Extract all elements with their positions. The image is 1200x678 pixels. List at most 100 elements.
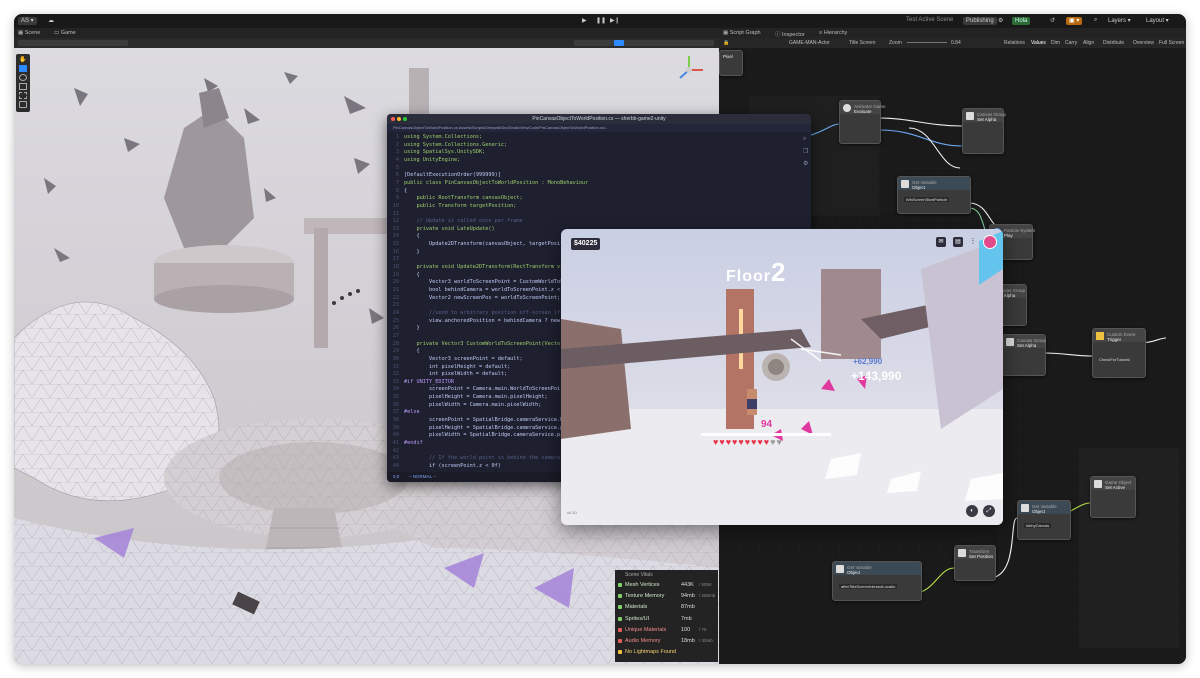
code-line[interactable]: // Update is called once per frame (404, 218, 522, 226)
avatar[interactable] (983, 235, 997, 249)
camera-icon[interactable]: ◐ (966, 505, 978, 517)
node-field[interactable]: afterTitleScreenInteractLocatio (839, 584, 898, 589)
backpack-icon[interactable]: ▤ (953, 237, 963, 247)
pause-button[interactable]: ❚❚ (596, 17, 606, 24)
values-toggle[interactable]: Values (1031, 40, 1046, 46)
move-tool-icon[interactable] (19, 65, 27, 72)
tab-hierarchy[interactable]: ≡ Hierarchy (819, 30, 847, 36)
code-line[interactable]: [DefaultExecutionOrder(999999)] (404, 172, 501, 180)
graph-node-animator-game[interactable]: Animator Game Evaluate (839, 100, 886, 144)
scale-tool-icon[interactable] (19, 83, 27, 90)
cloud-icon[interactable]: ☁ (48, 17, 54, 24)
settings-gear-icon[interactable]: ⚙ (998, 17, 1003, 24)
graph-node-game-object[interactable]: Game Object Set Active (1090, 476, 1136, 518)
rotate-tool-icon[interactable] (19, 74, 27, 81)
breadcrumb-text[interactable]: PinCanvasObjectToWorldPosition.cs Assets… (387, 125, 608, 130)
graph-object-field[interactable]: GAME-MAN-Actor (789, 40, 830, 46)
maximize-dot[interactable] (403, 117, 407, 121)
code-line[interactable]: if (screenPoint.z < 0f) (404, 463, 501, 471)
node-field[interactable]: WinScreenStartParticle (904, 197, 950, 202)
align-dropdown[interactable]: Align (1083, 40, 1094, 46)
code-line[interactable]: public RootTransform canvasObject; (404, 195, 522, 203)
code-line[interactable]: { (404, 233, 419, 241)
code-line[interactable]: int pixelWidth = default; (404, 371, 507, 379)
code-line[interactable]: int pixelHeight = default; (404, 364, 510, 372)
code-line[interactable]: screenPoint = Camera.main.WorldToScreenP… (404, 386, 560, 394)
code-line[interactable]: pixelHeight = Camera.main.pixelHeight; (404, 394, 548, 402)
code-line[interactable]: private void LateUpdate() (404, 226, 494, 234)
code-line[interactable]: private Vector3 CustomWorldToScreenPoint… (404, 341, 563, 349)
code-line[interactable]: private void Update2DTransform(RectTrans… (404, 264, 566, 272)
code-line[interactable]: { (404, 188, 407, 196)
code-line[interactable]: #endif (404, 440, 423, 448)
node-field[interactable]: lobbyCanvas (1024, 523, 1052, 528)
graph-node-transform[interactable]: Transform Set Position (954, 545, 996, 581)
search-icon[interactable]: ⌕ (1094, 17, 1097, 24)
close-dot[interactable] (391, 117, 395, 121)
fullscreen-icon[interactable]: ⤢ (983, 505, 995, 517)
search-icon[interactable]: ⌕ (803, 136, 806, 143)
code-line[interactable]: using System.Collections; (404, 134, 482, 142)
graph-node-pixel[interactable]: Pixel (719, 50, 743, 76)
graph-node-canvas-group-3[interactable]: Canvas Group Set Alpha (1002, 334, 1046, 376)
code-line[interactable]: pixelWidth = SpatialBridge.cameraService… (404, 432, 563, 440)
more-menu-icon[interactable]: ⋮ (969, 237, 977, 247)
code-line[interactable]: public Transform targetPosition; (404, 203, 516, 211)
code-line[interactable]: using SpatialSys.UnitySDK; (404, 149, 485, 157)
layout-dropdown[interactable]: Layout ▾ (1146, 17, 1169, 24)
game-preview-window[interactable]: $40225 Floor2 +62,990 +143,990 94 ♥♥♥♥♥♥… (561, 229, 1003, 525)
code-line[interactable]: //send to arbitrary position off-screen … (404, 310, 560, 318)
minimize-dot[interactable] (397, 117, 401, 121)
transform-tool-icon[interactable] (19, 101, 27, 108)
code-line[interactable]: using UnityEngine; (404, 157, 460, 165)
graph-node-canvas-group-1[interactable]: Canvas Group Set Alpha (962, 108, 1006, 154)
scene-tool-buttons[interactable] (18, 40, 128, 46)
graph-node-get-variable-1[interactable]: Get Variable Object WinScreenStartPartic… (897, 176, 971, 214)
code-line[interactable]: public class PinCanvasObjectToWorldPosit… (404, 180, 588, 188)
code-line[interactable]: view.anchoredPosition = behindCamera ? n… (404, 318, 560, 326)
layers-dropdown[interactable]: Layers ▾ (1108, 17, 1131, 24)
graph-node-get-variable-2[interactable]: Get Variable Object lobbyCanvas (1017, 500, 1071, 540)
code-line[interactable]: screenPoint = SpatialBridge.cameraServic… (404, 417, 566, 425)
code-line[interactable]: } (404, 325, 419, 333)
tab-scene[interactable]: ▦ Scene (18, 30, 40, 36)
step-button[interactable]: ▶❙ (610, 17, 620, 24)
tab-inspector[interactable]: ⓘ Inspector (775, 30, 805, 38)
mail-icon[interactable]: ✉ (936, 237, 946, 247)
code-line[interactable]: using System.Collections.Generic; (404, 142, 507, 150)
scene-view-options[interactable] (574, 40, 714, 46)
settings-icon[interactable]: ⚙ (803, 160, 808, 167)
code-line[interactable]: // If the world point is behind the came… (404, 455, 563, 463)
lock-icon[interactable]: 🔒 (723, 40, 729, 46)
graph-title-field[interactable]: Title Screen (849, 40, 876, 46)
hola-button[interactable]: Hola (1012, 17, 1031, 25)
code-line[interactable]: Vector3 worldToScreenPoint = CustomWorld… (404, 279, 563, 287)
code-line[interactable]: #else (404, 409, 420, 417)
full-screen-button[interactable]: Full Screen (1159, 40, 1184, 46)
distribute-dropdown[interactable]: Distribute (1103, 40, 1124, 46)
history-icon[interactable]: ↺ (1050, 17, 1055, 24)
overview-button[interactable]: Overview (1133, 40, 1154, 46)
rect-tool-icon[interactable] (19, 92, 27, 99)
code-line[interactable]: } (404, 249, 419, 257)
carry-toggle[interactable]: Carry (1065, 40, 1077, 46)
code-line[interactable]: Update2DTransform(canvasObject, targetPo… (404, 241, 563, 249)
hand-tool-icon[interactable]: ✋ (19, 56, 27, 63)
code-line[interactable]: bool behindCamera = worldToScreenPoint.z… (404, 287, 560, 295)
account-button[interactable]: AS ▾ (18, 17, 37, 25)
hub-button[interactable]: ▣ ▾ (1066, 17, 1083, 25)
copy-icon[interactable]: ❐ (803, 148, 808, 155)
code-line[interactable]: pixelHeight = SpatialBridge.cameraServic… (404, 425, 566, 433)
graph-node-get-variable-3[interactable]: Get Variable Object afterTitleScreenInte… (832, 561, 922, 601)
code-line[interactable]: Vector3 screenPoint = default; (404, 356, 523, 364)
test-active-scene-button[interactable]: Test Active Scene (906, 17, 953, 23)
code-line[interactable]: { (404, 272, 419, 280)
graph-node-custom-event[interactable]: Custom Event Trigger CheckForTutorial (1092, 328, 1146, 378)
relations-toggle[interactable]: Relations (1004, 40, 1025, 46)
tab-script-graph[interactable]: ▦ Script Graph (723, 30, 761, 36)
tab-game[interactable]: ▭ Game (54, 30, 76, 36)
code-line[interactable]: #if UNITY_EDITOR (404, 379, 454, 387)
2d-toggle[interactable] (614, 40, 624, 46)
zoom-slider[interactable] (907, 42, 947, 43)
code-line[interactable]: Vector2 newScreenPos = worldToScreenPoin… (404, 295, 560, 303)
